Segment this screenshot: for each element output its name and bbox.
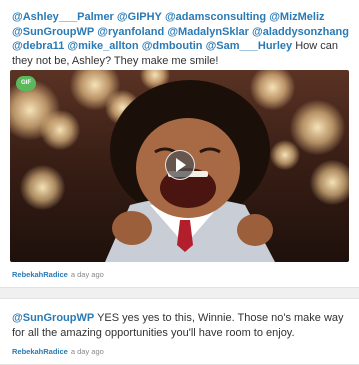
mention-link[interactable]: @ryanfoland — [97, 26, 164, 38]
tweet-meta: RebekahRadice a day ago — [12, 347, 104, 356]
mention-link[interactable]: @MizMeliz — [269, 11, 324, 23]
mention-link[interactable]: @MadalynSklar — [167, 26, 249, 38]
tweet-meta: RebekahRadice a day ago — [12, 270, 104, 279]
mention-link[interactable]: @Ashley___Palmer — [12, 11, 114, 23]
mention-link[interactable]: @adamsconsulting — [165, 11, 266, 23]
gif-badge: GIF — [16, 76, 36, 91]
mention-link[interactable]: @Sam___Hurley — [206, 40, 293, 52]
timestamp: a day ago — [70, 347, 104, 356]
timestamp: a day ago — [70, 270, 104, 279]
mention-link[interactable]: @debra11 — [12, 40, 64, 52]
mention-link[interactable]: @aladdysonzhang — [252, 26, 349, 38]
mention-link[interactable]: @SunGroupWP — [12, 26, 94, 38]
tweet-text: @Ashley___Palmer @GIPHY @adamsconsulting… — [12, 10, 351, 68]
tweet-card: @SunGroupWP YES yes yes to this, Winnie.… — [0, 298, 359, 365]
tweet-card: @Ashley___Palmer @GIPHY @adamsconsulting… — [0, 0, 359, 288]
tweet-text: @SunGroupWP YES yes yes to this, Winnie.… — [12, 311, 351, 340]
mention-link[interactable]: @GIPHY — [117, 11, 162, 23]
mention-link[interactable]: @SunGroupWP — [12, 312, 94, 324]
mention-link[interactable]: @dmboutin — [142, 40, 203, 52]
mention-link[interactable]: @mike_allton — [67, 40, 138, 52]
play-icon[interactable] — [165, 150, 195, 180]
author-link[interactable]: RebekahRadice — [12, 270, 68, 279]
author-link[interactable]: RebekahRadice — [12, 347, 68, 356]
gif-media[interactable]: GIF — [10, 70, 349, 262]
